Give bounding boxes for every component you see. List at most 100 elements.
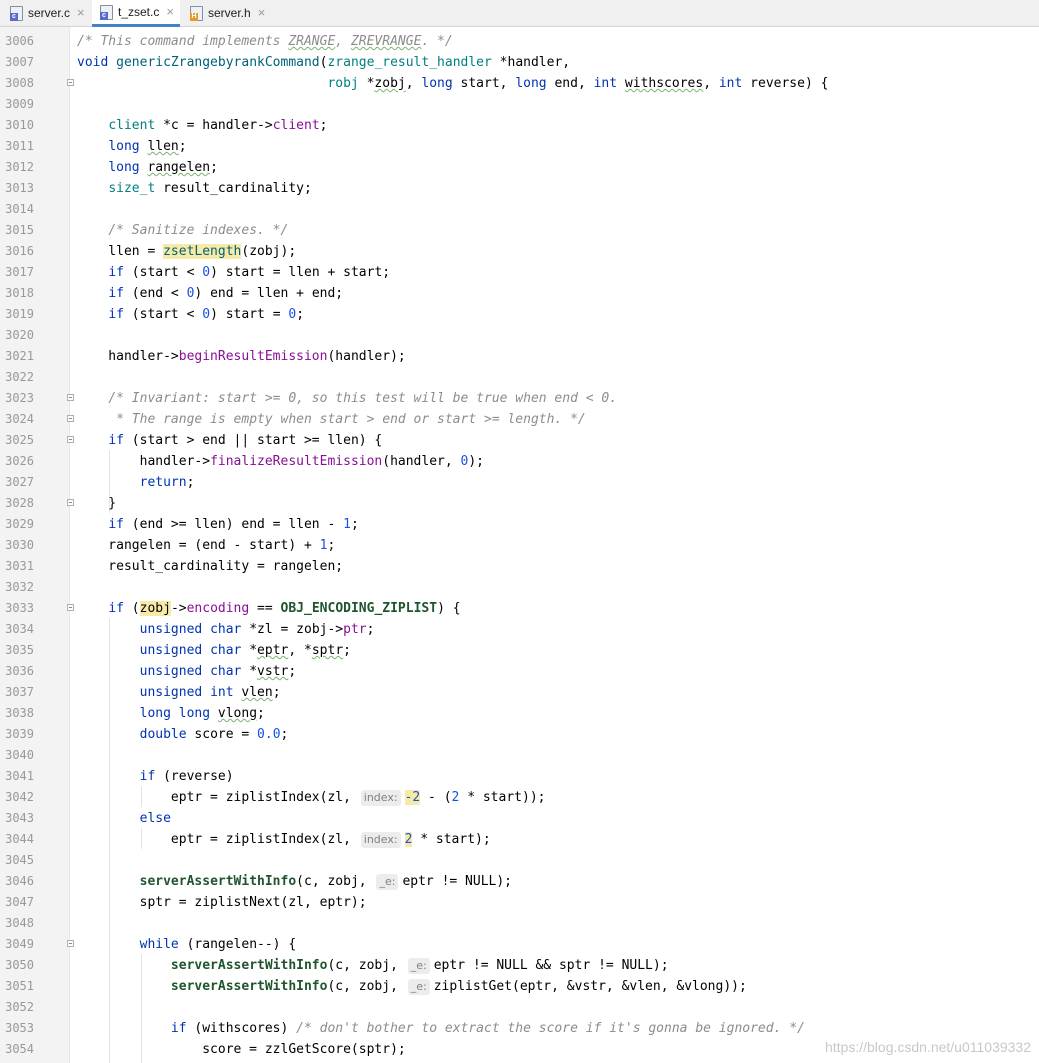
code-text: /* This command implements ZRANGE, ZREVR…	[77, 34, 453, 49]
code-line[interactable]: 3046 serverAssertWithInfo(c, zobj, _e: ep…	[0, 871, 1039, 892]
code-line[interactable]: 3036 unsigned char *vstr;	[0, 661, 1039, 682]
line-number: 3042	[5, 790, 34, 804]
code-line[interactable]: 3016 llen = zsetLength(zobj);	[0, 241, 1039, 262]
line-number: 3041	[5, 769, 34, 783]
code-text: unsigned char *zl = zobj->ptr;	[139, 622, 375, 637]
code-line[interactable]: 3018 if (end < 0) end = llen + end;	[0, 283, 1039, 304]
line-number: 3049	[5, 937, 34, 951]
code-line[interactable]: 3045	[0, 850, 1039, 871]
code-text: sptr = ziplistNext(zl, eptr);	[77, 895, 367, 910]
tab-label: server.c	[28, 6, 71, 20]
line-number: 3028	[5, 496, 34, 510]
code-line[interactable]: 3006 /* This command implements ZRANGE, Z…	[0, 31, 1039, 52]
line-number: 3037	[5, 685, 34, 699]
line-number: 3026	[5, 454, 34, 468]
code-line[interactable]: 3041 if (reverse)	[0, 766, 1039, 787]
code-line[interactable]: 3042 eptr = ziplistIndex(zl, index: -2 - …	[0, 787, 1039, 808]
code-line[interactable]: 3053 if (withscores) /* don't bother to …	[0, 1018, 1039, 1039]
code-line[interactable]: 3037 unsigned int vlen;	[0, 682, 1039, 703]
line-number: 3024	[5, 412, 34, 426]
tab-server-c[interactable]: c server.c ×	[2, 0, 90, 26]
line-number: 3011	[5, 139, 34, 153]
code-line[interactable]: 3051 serverAssertWithInfo(c, zobj, _e: zi…	[0, 976, 1039, 997]
fold-icon[interactable]	[67, 79, 74, 86]
code-line[interactable]: 3024 * The range is empty when start > e…	[0, 409, 1039, 430]
code-line[interactable]: 3012 long rangelen;	[0, 157, 1039, 178]
code-line[interactable]: 3044 eptr = ziplistIndex(zl, index: 2 * s…	[0, 829, 1039, 850]
code-text: else	[139, 811, 171, 826]
code-text: long long vlong;	[139, 706, 265, 721]
line-number: 3025	[5, 433, 34, 447]
code-line[interactable]: 3020	[0, 325, 1039, 346]
line-number: 3029	[5, 517, 34, 531]
code-line[interactable]: 3029 if (end >= llen) end = llen - 1;	[0, 514, 1039, 535]
code-text: if (start < 0) start = 0;	[108, 307, 305, 322]
code-line[interactable]: 3040	[0, 745, 1039, 766]
code-line[interactable]: 3017 if (start < 0) start = llen + start…	[0, 262, 1039, 283]
code-text: if (reverse)	[139, 769, 234, 784]
code-text: handler->beginResultEmission(handler);	[77, 349, 406, 364]
code-line[interactable]: 3010 client *c = handler->client;	[0, 115, 1039, 136]
code-line[interactable]: 3015 /* Sanitize indexes. */	[0, 220, 1039, 241]
code-line[interactable]: 3033 if (zobj->encoding == OBJ_ENCODING_…	[0, 598, 1039, 619]
code-text: double score = 0.0;	[139, 727, 289, 742]
line-number: 3044	[5, 832, 34, 846]
code-line[interactable]: 3052	[0, 997, 1039, 1018]
code-line[interactable]: 3008 robj *zobj, long start, long end, i…	[0, 73, 1039, 94]
close-icon[interactable]: ×	[166, 5, 174, 18]
code-line[interactable]: 3025 if (start > end || start >= llen) {	[0, 430, 1039, 451]
line-number: 3043	[5, 811, 34, 825]
code-line[interactable]: 3038 long long vlong;	[0, 703, 1039, 724]
code-text: /* Sanitize indexes. */	[108, 223, 289, 238]
code-line[interactable]: 3030 rangelen = (end - start) + 1;	[0, 535, 1039, 556]
fold-icon[interactable]	[67, 415, 74, 422]
code-line[interactable]: 3035 unsigned char *eptr, *sptr;	[0, 640, 1039, 661]
line-number: 3053	[5, 1021, 34, 1035]
code-line[interactable]: 3013 size_t result_cardinality;	[0, 178, 1039, 199]
code-text: long llen;	[108, 139, 187, 154]
line-number: 3051	[5, 979, 34, 993]
close-icon[interactable]: ×	[77, 6, 85, 19]
code-line[interactable]: 3019 if (start < 0) start = 0;	[0, 304, 1039, 325]
fold-icon[interactable]	[67, 940, 74, 947]
code-line[interactable]: 3043 else	[0, 808, 1039, 829]
code-line[interactable]: 3023 /* Invariant: start >= 0, so this t…	[0, 388, 1039, 409]
tab-server-h[interactable]: H server.h ×	[182, 0, 272, 26]
code-line[interactable]: 3050 serverAssertWithInfo(c, zobj, _e: ep…	[0, 955, 1039, 976]
code-text: serverAssertWithInfo(c, zobj, _e: ziplist…	[170, 979, 747, 995]
code-text: handler->finalizeResultEmission(handler,…	[77, 454, 485, 469]
code-line[interactable]: 3032	[0, 577, 1039, 598]
code-line[interactable]: 3049 while (rangelen--) {	[0, 934, 1039, 955]
fold-icon[interactable]	[67, 604, 74, 611]
fold-icon[interactable]	[67, 394, 74, 401]
code-line[interactable]: 3034 unsigned char *zl = zobj->ptr;	[0, 619, 1039, 640]
code-line[interactable]: 3027 return;	[0, 472, 1039, 493]
code-line[interactable]: 3028 }	[0, 493, 1039, 514]
code-text: return;	[139, 475, 195, 490]
code-text: if (start > end || start >= llen) {	[108, 433, 383, 448]
line-number: 3023	[5, 391, 34, 405]
code-text: if (withscores) /* don't bother to extra…	[170, 1021, 805, 1036]
code-line[interactable]: 3009	[0, 94, 1039, 115]
fold-icon[interactable]	[67, 499, 74, 506]
code-line[interactable]: 3021 handler->beginResultEmission(handle…	[0, 346, 1039, 367]
line-number: 3009	[5, 97, 34, 111]
code-line[interactable]: 3007 void genericZrangebyrankCommand(zran…	[0, 52, 1039, 73]
code-line[interactable]: 3022	[0, 367, 1039, 388]
code-text: while (rangelen--) {	[139, 937, 297, 952]
code-line[interactable]: 3026 handler->finalizeResultEmission(han…	[0, 451, 1039, 472]
code-line[interactable]: 3011 long llen;	[0, 136, 1039, 157]
code-line[interactable]: 3039 double score = 0.0;	[0, 724, 1039, 745]
code-line[interactable]: 3031 result_cardinality = rangelen;	[0, 556, 1039, 577]
code-line[interactable]: 3047 sptr = ziplistNext(zl, eptr);	[0, 892, 1039, 913]
code-text: robj *zobj, long start, long end, int wi…	[327, 76, 829, 91]
line-number: 3008	[5, 76, 34, 90]
line-number: 3052	[5, 1000, 34, 1014]
code-text: void genericZrangebyrankCommand(zrange_r…	[77, 55, 571, 70]
fold-icon[interactable]	[67, 436, 74, 443]
code-line[interactable]: 3048	[0, 913, 1039, 934]
code-line[interactable]: 3014	[0, 199, 1039, 220]
line-number: 3007	[5, 55, 34, 69]
close-icon[interactable]: ×	[258, 6, 266, 19]
tab-t-zset-c[interactable]: c t_zset.c ×	[92, 0, 180, 27]
